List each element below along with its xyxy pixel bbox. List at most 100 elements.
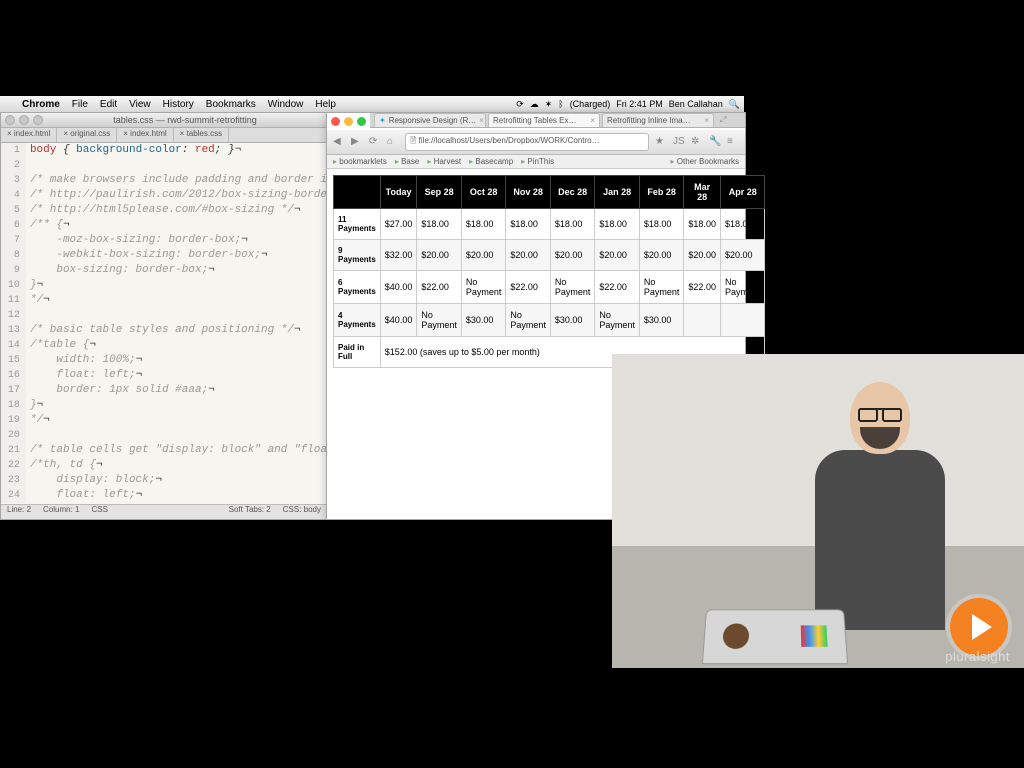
- table-cell: $20.00: [595, 240, 640, 271]
- table-cell: $18.00: [506, 209, 551, 240]
- table-cell: No Payment: [720, 271, 765, 304]
- row-header: Paid in Full: [334, 337, 381, 368]
- extension-icon[interactable]: JS: [673, 136, 685, 148]
- menu-help[interactable]: Help: [309, 99, 342, 110]
- browser-tab[interactable]: Retrofitting Inline Ima… ×: [602, 113, 714, 127]
- table-row: 6 Payments$40.00$22.00No Payment$22.00No…: [334, 271, 765, 304]
- tab-title: Retrofitting Tables Ex…: [493, 116, 576, 125]
- back-icon[interactable]: ◀: [333, 136, 345, 148]
- editor-file-tabs: × index.html × original.css × index.html…: [1, 128, 327, 143]
- home-icon[interactable]: ⌂: [387, 136, 399, 148]
- editor-titlebar[interactable]: tables.css — rwd-summit-retrofitting: [1, 113, 327, 128]
- menu-bookmarks[interactable]: Bookmarks: [200, 99, 262, 110]
- table-cell: $32.00: [380, 240, 417, 271]
- presenter-laptop: [690, 608, 860, 670]
- bookmark-item[interactable]: PinThis: [521, 157, 554, 166]
- forward-icon[interactable]: ▶: [351, 136, 363, 148]
- other-bookmarks[interactable]: Other Bookmarks: [671, 157, 740, 166]
- table-row: 9 Payments$32.00$20.00$20.00$20.00$20.00…: [334, 240, 765, 271]
- menu-icon[interactable]: ≡: [727, 136, 739, 148]
- status-line: Line: 2: [7, 505, 31, 519]
- table-cell: $18.00: [720, 209, 765, 240]
- browser-tabs: ✦ Responsive Design (R… × Retrofitting T…: [370, 113, 745, 128]
- bookmark-item[interactable]: Basecamp: [469, 157, 513, 166]
- window-close-icon[interactable]: [5, 115, 15, 125]
- table-header: Dec 28: [550, 176, 595, 209]
- code-area[interactable]: 1234567891011121314151617181920212223242…: [1, 143, 327, 503]
- file-tab[interactable]: × tables.css: [174, 128, 229, 142]
- reload-icon[interactable]: ⟳: [369, 136, 381, 148]
- menubar-status-icon: ☁: [530, 99, 539, 110]
- menu-file[interactable]: File: [66, 99, 94, 110]
- table-header: Nov 28: [506, 176, 551, 209]
- window-zoom-icon[interactable]: [33, 115, 43, 125]
- row-header: 9 Payments: [334, 240, 381, 271]
- file-tab[interactable]: × index.html: [117, 128, 173, 142]
- video-frame: Chrome File Edit View History Bookmarks …: [0, 0, 1024, 768]
- row-header: 6 Payments: [334, 271, 381, 304]
- window-zoom-icon[interactable]: [357, 117, 366, 126]
- browser-toolbar: ◀ ▶ ⟳ ⌂ 🗎 file://localhost/Users/ben/Dro…: [327, 130, 745, 155]
- table-header: Sep 28: [417, 176, 462, 209]
- code-lines[interactable]: body { background-color: red; }¬ /* make…: [26, 143, 327, 503]
- spotlight-icon[interactable]: 🔍: [729, 99, 740, 110]
- file-tab[interactable]: × original.css: [57, 128, 117, 142]
- window-minimize-icon[interactable]: [344, 117, 353, 126]
- table-cell: $22.00: [417, 271, 462, 304]
- user-name: Ben Callahan: [669, 99, 723, 109]
- menu-view[interactable]: View: [123, 99, 157, 110]
- bookmarks-bar: bookmarklets Base Harvest Basecamp PinTh…: [327, 155, 745, 169]
- play-button[interactable]: [950, 598, 1008, 656]
- table-cell: No Payment: [639, 271, 684, 304]
- menubar-status-icon: ⟳: [516, 99, 524, 110]
- menu-history[interactable]: History: [157, 99, 200, 110]
- payments-table: TodaySep 28Oct 28Nov 28Dec 28Jan 28Feb 2…: [333, 175, 765, 368]
- table-cell: [684, 304, 721, 337]
- bookmark-folder[interactable]: bookmarklets: [333, 157, 387, 166]
- macos-menubar: Chrome File Edit View History Bookmarks …: [0, 96, 744, 113]
- app-name[interactable]: Chrome: [16, 99, 66, 110]
- bookmark-item[interactable]: Base: [395, 157, 419, 166]
- extension-icon[interactable]: ★: [655, 136, 667, 148]
- browser-tab-active[interactable]: Retrofitting Tables Ex… ×: [488, 113, 600, 127]
- bluetooth-icon: ᛒ: [558, 99, 563, 109]
- table-row: 11 Payments$27.00$18.00$18.00$18.00$18.0…: [334, 209, 765, 240]
- address-bar[interactable]: 🗎 file://localhost/Users/ben/Dropbox/WOR…: [405, 133, 649, 151]
- table-cell: $20.00: [461, 240, 506, 271]
- browser-tab[interactable]: ✦ Responsive Design (R… ×: [374, 113, 486, 127]
- table-header: [334, 176, 381, 209]
- fullscreen-icon[interactable]: ⤢: [716, 113, 730, 127]
- table-cell: $20.00: [639, 240, 684, 271]
- window-close-icon[interactable]: [331, 117, 340, 126]
- file-tab[interactable]: × index.html: [1, 128, 57, 142]
- close-tab-icon[interactable]: ×: [479, 116, 484, 125]
- window-minimize-icon[interactable]: [19, 115, 29, 125]
- status-scope: CSS: body: [283, 505, 321, 519]
- table-header: Mar 28: [684, 176, 721, 209]
- bookmark-item[interactable]: Harvest: [427, 157, 461, 166]
- tab-title: Responsive Design (R…: [389, 116, 477, 125]
- twitter-icon: ✦: [379, 116, 386, 125]
- table-cell: $18.00: [595, 209, 640, 240]
- table-cell: $22.00: [684, 271, 721, 304]
- url-text: file://localhost/Users/ben/Dropbox/WORK/…: [419, 136, 600, 145]
- battery-status: (Charged): [570, 99, 611, 109]
- table-cell: $30.00: [639, 304, 684, 337]
- table-cell: $27.00: [380, 209, 417, 240]
- close-tab-icon[interactable]: ×: [704, 116, 709, 125]
- table-cell: $30.00: [461, 304, 506, 337]
- line-gutter: 1234567891011121314151617181920212223242…: [1, 143, 26, 503]
- traffic-lights: [327, 113, 370, 130]
- row-header: 11 Payments: [334, 209, 381, 240]
- table-cell: [720, 304, 765, 337]
- wrench-icon[interactable]: 🔧: [709, 136, 721, 148]
- laptop-sticker: [722, 623, 749, 648]
- status-col: Column: 1: [43, 505, 79, 519]
- table-cell: $20.00: [417, 240, 462, 271]
- table-cell: $20.00: [720, 240, 765, 271]
- menu-edit[interactable]: Edit: [94, 99, 123, 110]
- close-tab-icon[interactable]: ×: [590, 116, 595, 125]
- settings-icon[interactable]: ✲: [691, 136, 703, 148]
- table-header: Today: [380, 176, 417, 209]
- menu-window[interactable]: Window: [262, 99, 310, 110]
